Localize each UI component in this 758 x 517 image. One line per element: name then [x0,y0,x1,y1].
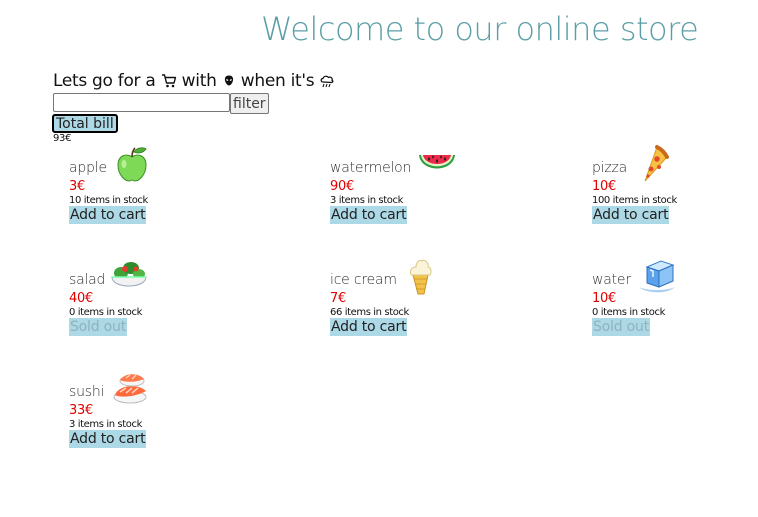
filter-button[interactable]: filter [230,93,269,114]
product-stock: 0 items in stock [69,307,142,318]
product-card-apple: apple 3€ 10 items in stock Add to cart [69,145,269,224]
sold-out-button[interactable]: Sold out [69,318,128,336]
product-stock: 3 items in stock [69,419,142,430]
product-name: pizza [592,160,628,176]
ice-cube-icon [637,257,677,295]
product-name: salad [69,272,106,288]
total-bill-value: 93€ [53,133,72,144]
salad-icon [109,257,149,295]
product-name: water [592,272,631,288]
shopping-cart-icon [161,73,177,93]
product-stock: 0 items in stock [592,307,665,318]
product-stock: 100 items in stock [592,195,677,206]
product-price: 10€ [592,179,616,194]
sold-out-button[interactable]: Sold out [592,318,651,336]
product-card-salad: salad 40€ 0 items in stock Sold out [69,257,269,336]
green-apple-icon [113,145,153,183]
product-price: 3€ [69,179,85,194]
sushi-icon [110,369,150,407]
tagline-text-1: Lets go for a [53,71,156,91]
ice-cream-icon [404,257,444,295]
tagline: Lets go for a with when it's [53,71,335,93]
watermelon-icon [417,145,457,183]
alien-icon [222,73,236,93]
product-card-ice-cream: ice cream 7€ 66 items in stock Add to ca… [330,257,530,336]
product-price: 40€ [69,291,93,306]
product-card-watermelon: watermelon 90€ 3 items in stock Add to c… [330,145,530,224]
page-title: Welcome to our online store [261,10,699,48]
pizza-icon [633,145,673,183]
product-price: 90€ [330,179,354,194]
product-stock: 10 items in stock [69,195,148,206]
product-card-pizza: pizza 10€ 100 items in stock Add to cart [592,145,758,224]
product-stock: 3 items in stock [330,195,403,206]
add-to-cart-button[interactable]: Add to cart [330,206,408,224]
add-to-cart-button[interactable]: Add to cart [69,430,147,448]
tagline-text-2: with [181,71,217,91]
cloud-rain-icon [319,73,335,93]
product-name: watermelon [330,160,412,176]
add-to-cart-button[interactable]: Add to cart [330,318,408,336]
product-card-sushi: sushi 33€ 3 items in stock Add to cart [69,369,269,448]
product-price: 33€ [69,403,93,418]
add-to-cart-button[interactable]: Add to cart [592,206,670,224]
add-to-cart-button[interactable]: Add to cart [69,206,147,224]
filter-input[interactable] [53,93,230,112]
product-stock: 66 items in stock [330,307,409,318]
product-name: sushi [69,384,105,400]
product-name: ice cream [330,272,397,288]
product-card-water: water 10€ 0 items in stock Sold out [592,257,758,336]
product-price: 10€ [592,291,616,306]
filter-bar: filter [53,93,269,114]
total-bill-button[interactable]: Total bill [52,114,118,133]
tagline-text-3: when it's [240,71,315,91]
product-price: 7€ [330,291,346,306]
product-name: apple [69,160,107,176]
